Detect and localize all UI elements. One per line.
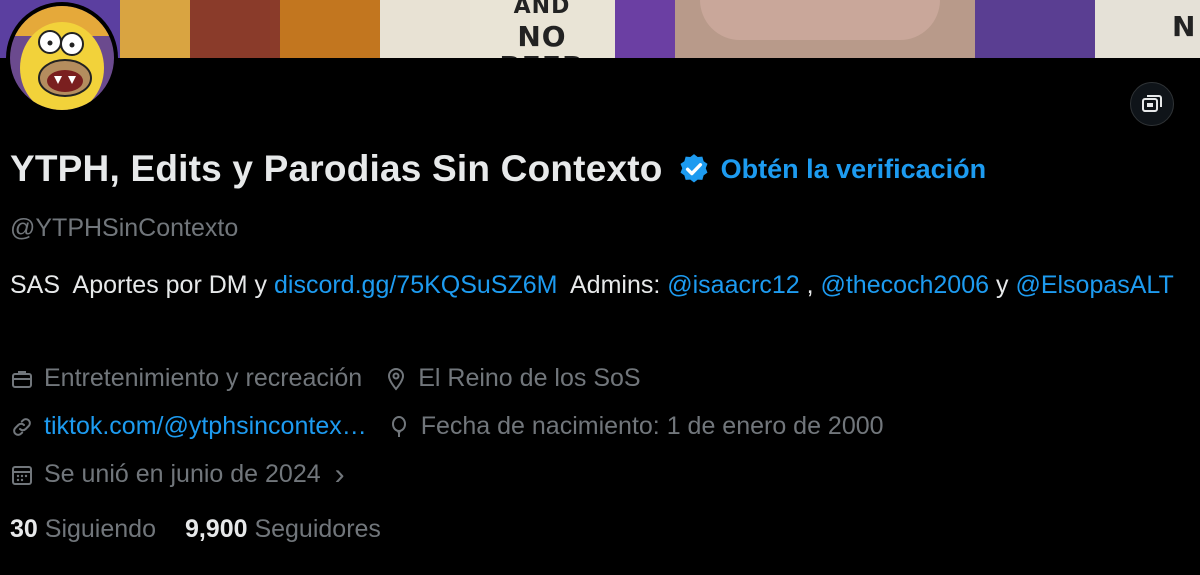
- chevron-right-icon: ›: [334, 458, 345, 491]
- category-label: Entretenimiento y recreación: [44, 364, 363, 392]
- display-name: YTPH, Edits y Parodias Sin Contexto: [10, 148, 663, 189]
- bio-mention-link[interactable]: @isaacrc12: [667, 271, 799, 299]
- link-icon: [13, 417, 31, 436]
- profile-bio: SAS Aportes por DM y discord.gg/75KQSuSZ…: [10, 266, 1195, 304]
- followers-count: 9,900: [184, 515, 248, 543]
- profile-meta-row: Entretenimiento y recreación El Reino de…: [10, 364, 641, 393]
- bio-text: ,: [799, 271, 821, 299]
- profile-stats: 30 Siguiendo 9,900 Seguidores: [10, 515, 381, 544]
- following-count: 30: [10, 515, 38, 543]
- banner-edge-letter: N: [1172, 10, 1196, 43]
- briefcase-icon: [12, 370, 32, 388]
- media-viewer-button[interactable]: [1130, 82, 1174, 126]
- avatar-image: [10, 6, 114, 110]
- joined-label: Se unió en junio de 2024: [44, 460, 321, 488]
- category-item: Entretenimiento y recreación: [10, 364, 362, 393]
- profile-handle: @YTPHSinContexto: [10, 214, 239, 242]
- birthday-item: Fecha de nacimiento: 1 de enero de 2000: [387, 412, 884, 441]
- followers-link[interactable]: 9,900 Seguidores: [185, 515, 381, 543]
- profile-banner[interactable]: AND NO BEER N: [0, 0, 1200, 58]
- following-link[interactable]: 30 Siguiendo: [10, 515, 163, 543]
- profile-name-row: YTPH, Edits y Parodias Sin Contexto Obté…: [10, 148, 986, 190]
- location-label: El Reino de los SoS: [418, 364, 641, 392]
- media-viewer-icon: [1142, 95, 1162, 112]
- bio-text: y: [989, 271, 1016, 299]
- balloon-icon: [391, 415, 406, 437]
- bio-mention-link[interactable]: @thecoch2006: [820, 271, 989, 299]
- get-verified-link[interactable]: Obtén la verificación: [721, 154, 987, 185]
- calendar-icon: [12, 465, 32, 485]
- joined-item[interactable]: Se unió en junio de 2024 ›: [10, 458, 345, 491]
- bio-text: Admins:: [557, 271, 668, 299]
- profile-meta-row: tiktok.com/@ytphsincontex… Fecha de naci…: [10, 412, 884, 441]
- followers-label: Seguidores: [254, 515, 381, 543]
- location-item: El Reino de los SoS: [384, 364, 641, 393]
- bio-discord-link[interactable]: discord.gg/75KQSuSZ6M: [274, 271, 557, 299]
- bio-mention-link[interactable]: @ElsopasALT: [1015, 271, 1173, 299]
- profile-avatar[interactable]: [6, 2, 118, 114]
- website-link[interactable]: tiktok.com/@ytphsincontex…: [44, 412, 367, 441]
- banner-sign-text: AND NO BEER: [499, 0, 583, 58]
- following-label: Siguiendo: [44, 515, 156, 543]
- birthday-label: Fecha de nacimiento: 1 de enero de 2000: [420, 412, 884, 440]
- bio-text: SAS Aportes por DM y: [10, 271, 274, 299]
- website-item[interactable]: tiktok.com/@ytphsincontex…: [10, 412, 367, 441]
- location-pin-icon: [388, 367, 405, 391]
- verified-badge-icon[interactable]: [677, 152, 711, 186]
- profile-meta-row[interactable]: Se unió en junio de 2024 ›: [10, 458, 345, 491]
